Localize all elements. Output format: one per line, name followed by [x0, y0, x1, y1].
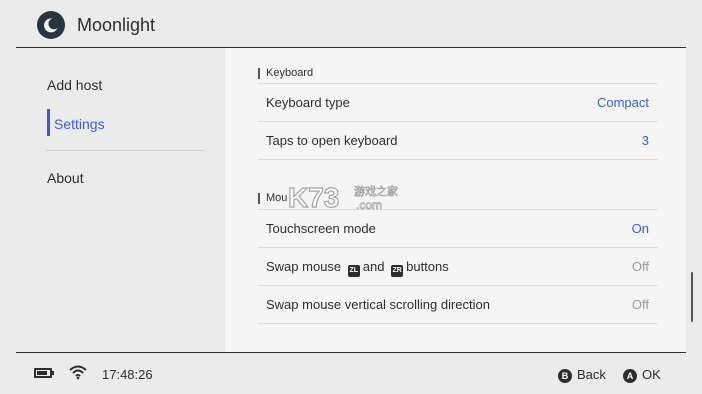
- setting-value: Off: [631, 297, 649, 312]
- section-marker: [258, 68, 260, 79]
- setting-row-taps-to-open-keyboard[interactable]: Taps to open keyboard 3: [258, 121, 658, 159]
- watermark-cn: 游戏之家: [354, 184, 398, 198]
- sidebar: Add host Settings About: [16, 48, 225, 352]
- ok-button[interactable]: A OK: [623, 367, 661, 383]
- moon-logo-icon: [37, 11, 65, 39]
- sidebar-divider: [46, 150, 204, 151]
- setting-row-touchscreen-mode[interactable]: Touchscreen mode On: [258, 209, 658, 247]
- scrollbar[interactable]: [691, 272, 693, 322]
- section-end-divider: [258, 159, 658, 160]
- setting-value: On: [631, 221, 649, 236]
- sidebar-selection-marker: [47, 109, 50, 136]
- watermark-logo: K73 游戏之家 .com: [287, 181, 418, 213]
- setting-label: Touchscreen mode: [266, 221, 376, 236]
- sidebar-item-add-host[interactable]: Add host: [47, 77, 102, 93]
- setting-row-swap-vertical-scroll[interactable]: Swap mouse vertical scrolling direction …: [258, 285, 658, 323]
- setting-label: Taps to open keyboard: [266, 133, 398, 148]
- label-suffix: buttons: [406, 259, 449, 274]
- setting-label: Swap mouse ZL and ZR buttons: [266, 259, 449, 277]
- back-button[interactable]: B Back: [558, 367, 606, 383]
- b-button-icon: B: [558, 369, 572, 383]
- setting-value: Off: [631, 259, 649, 274]
- battery-tip: [52, 371, 54, 375]
- section-marker: [258, 193, 260, 204]
- setting-row-swap-mouse-buttons[interactable]: Swap mouse ZL and ZR buttons Off: [258, 247, 658, 285]
- ok-label: OK: [642, 367, 661, 382]
- label-prefix: Swap mouse: [266, 259, 342, 274]
- setting-row-keyboard-type[interactable]: Keyboard type Compact: [258, 83, 658, 121]
- sidebar-item-settings[interactable]: Settings: [54, 116, 105, 132]
- section-header-mouse: Mou: [258, 192, 287, 204]
- section-title: Mou: [266, 192, 288, 204]
- zl-button-icon: ZL: [347, 265, 360, 277]
- wifi-icon: [69, 365, 87, 380]
- section-end-divider: [258, 323, 658, 324]
- zr-button-icon: ZR: [391, 265, 404, 277]
- setting-label: Keyboard type: [266, 95, 350, 110]
- setting-value: 3: [641, 133, 649, 148]
- a-button-icon: A: [623, 369, 637, 383]
- back-label: Back: [577, 367, 606, 382]
- app-header: Moonlight: [0, 0, 702, 47]
- app-title: Moonlight: [77, 15, 156, 35]
- footer-bar: 17:48:26 B Back A OK: [0, 353, 702, 394]
- section-header-keyboard: Keyboard: [258, 67, 313, 79]
- sidebar-item-about[interactable]: About: [47, 170, 84, 186]
- clock: 17:48:26: [102, 367, 153, 382]
- watermark-brand: K73: [288, 182, 339, 213]
- watermark-domain: .com: [356, 198, 382, 212]
- battery-icon: [34, 368, 52, 378]
- setting-value: Compact: [596, 95, 649, 110]
- section-title: Keyboard: [266, 67, 314, 79]
- label-mid: and: [362, 259, 385, 274]
- setting-label: Swap mouse vertical scrolling direction: [266, 297, 490, 312]
